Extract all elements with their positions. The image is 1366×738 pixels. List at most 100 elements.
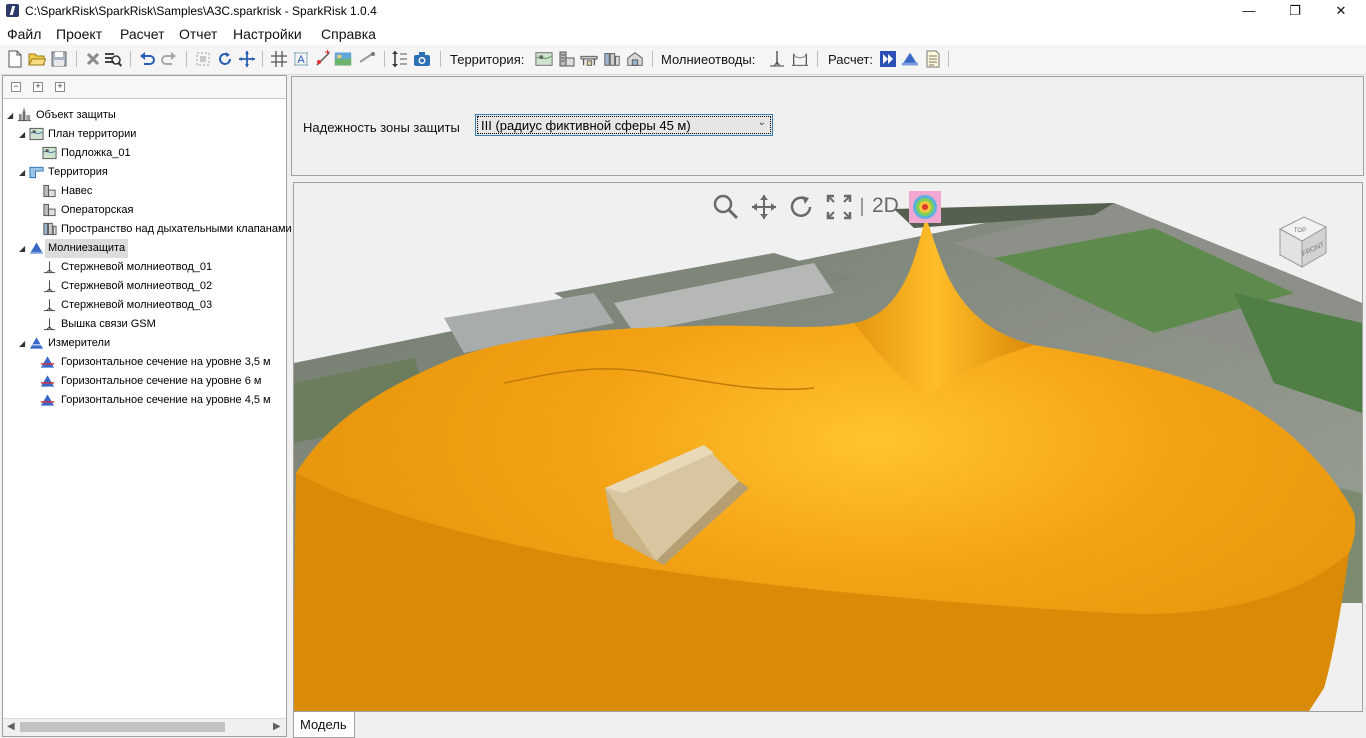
tree-toolbar: − + + — [3, 76, 286, 99]
run-calc-icon[interactable] — [879, 50, 897, 68]
tree-label: План территории — [48, 128, 137, 140]
mode-2d-button[interactable]: 2D — [872, 194, 899, 218]
redo-icon[interactable] — [160, 50, 178, 68]
toolbar: A Территория: Молниеотводы: Расчет: — [0, 45, 1366, 75]
fit-view-icon[interactable] — [825, 193, 853, 221]
toolbar-separator — [384, 51, 385, 67]
tree-label: Вышка связи GSM — [61, 318, 156, 330]
tank-icon[interactable] — [603, 50, 621, 68]
territory-label: Территория: — [450, 52, 525, 67]
svg-text:A: A — [297, 54, 305, 66]
rod-icon — [43, 318, 56, 331]
zone-icon[interactable] — [901, 50, 919, 68]
tab-model-label: Модель — [300, 717, 347, 732]
move-icon[interactable] — [238, 50, 256, 68]
undo-icon[interactable] — [138, 50, 156, 68]
rod-icon — [43, 261, 56, 274]
menu-file[interactable]: Файл — [7, 26, 41, 42]
protection-zone-icon — [29, 242, 44, 254]
close-button[interactable]: ✕ — [1318, 0, 1364, 23]
object-icon — [17, 108, 32, 122]
scene-3d[interactable] — [294, 183, 1362, 711]
reliability-value: III (радиус фиктивной сферы 45 м) — [481, 118, 691, 133]
tree-label: Горизонтальное сечение на уровне 6 м — [61, 375, 262, 387]
tree-label: Стержневой молниеотвод_01 — [61, 261, 213, 273]
select-area-icon[interactable] — [194, 50, 212, 68]
chevron-down-icon: ⌄ — [757, 117, 766, 128]
navigation-cube[interactable]: TOP FRONT W — [1262, 211, 1342, 281]
menu-calculation[interactable]: Расчет — [120, 26, 165, 42]
meter-icon — [29, 337, 44, 349]
zoom-icon[interactable] — [712, 193, 740, 221]
toolbar-separator — [262, 51, 263, 67]
title-bar: C:\SparkRisk\SparkRisk\Samples\АЗС.spark… — [0, 0, 1366, 23]
scrollbar-thumb[interactable] — [20, 722, 225, 732]
save-icon[interactable] — [50, 50, 68, 68]
camera-icon[interactable] — [413, 50, 431, 68]
collapse-arrow-icon[interactable]: ◢ — [19, 334, 25, 353]
viewport-3d[interactable]: 2D TOP FRONT W — [293, 182, 1363, 712]
rods-label: Молниеотводы: — [661, 52, 756, 67]
menu-help[interactable]: Справка — [321, 26, 376, 42]
section-icon — [40, 356, 55, 368]
pan-icon[interactable] — [750, 193, 778, 221]
catenary-icon[interactable] — [791, 50, 809, 68]
territory-map-icon[interactable] — [535, 50, 553, 68]
delete-icon[interactable] — [84, 50, 102, 68]
menu-project[interactable]: Проект — [56, 26, 102, 42]
tree-label: Стержневой молниеотвод_03 — [61, 299, 213, 311]
rod-icon[interactable] — [768, 50, 786, 68]
menu-bar: Файл Проект Расчет Отчет Настройки Справ… — [0, 23, 1366, 45]
grid-icon[interactable] — [270, 50, 288, 68]
new-file-icon[interactable] — [6, 50, 24, 68]
collapse-all-button[interactable]: − — [11, 82, 21, 92]
text-grid-icon[interactable]: A — [292, 50, 310, 68]
tree-label: Территория — [48, 166, 108, 178]
rotate-icon[interactable] — [216, 50, 234, 68]
collapse-arrow-icon[interactable]: ◢ — [19, 239, 25, 258]
rod-icon — [43, 299, 56, 312]
tab-model[interactable]: Модель — [293, 712, 355, 738]
map-icon — [29, 127, 44, 141]
height-icon[interactable] — [391, 50, 409, 68]
map-layer-icon[interactable] — [334, 50, 352, 68]
expand-button[interactable]: + — [33, 82, 43, 92]
tree-label: Молниезащита — [45, 239, 129, 258]
reliability-label: Надежность зоны защиты — [303, 120, 460, 135]
restore-button[interactable]: ❐ — [1272, 0, 1318, 23]
collapse-arrow-icon[interactable]: ◢ — [7, 106, 13, 125]
draw-point-icon[interactable] — [314, 50, 332, 68]
toolbar-separator — [652, 51, 653, 67]
canopy-icon[interactable] — [580, 50, 598, 68]
expand-all-button[interactable]: + — [55, 82, 65, 92]
viewport-tool-separator — [861, 198, 863, 216]
menu-report[interactable]: Отчет — [179, 26, 217, 42]
toolbar-separator — [76, 51, 77, 67]
tree-label: Навес — [61, 185, 93, 197]
tank-icon — [43, 222, 57, 236]
horizontal-scrollbar[interactable]: ◀ ▶ — [3, 718, 286, 736]
scroll-left-icon[interactable]: ◀ — [7, 721, 15, 732]
target-button[interactable] — [909, 191, 941, 223]
open-folder-icon[interactable] — [28, 50, 46, 68]
station-icon[interactable] — [626, 50, 644, 68]
collapse-arrow-icon[interactable]: ◢ — [19, 125, 25, 144]
section-icon — [40, 375, 55, 387]
orbit-icon[interactable] — [788, 193, 816, 221]
tree-label: Объект защиты — [36, 109, 116, 121]
territory-icon — [29, 166, 44, 179]
window-title: C:\SparkRisk\SparkRisk\Samples\АЗС.spark… — [25, 4, 377, 18]
building-icon — [43, 203, 56, 217]
reliability-select[interactable]: III (радиус фиктивной сферы 45 м) ⌄ — [475, 114, 773, 136]
scroll-right-icon[interactable]: ▶ — [273, 721, 281, 732]
find-icon[interactable] — [104, 50, 122, 68]
menu-settings[interactable]: Настройки — [233, 26, 302, 42]
toolbar-separator — [130, 51, 131, 67]
collapse-arrow-icon[interactable]: ◢ — [19, 163, 25, 182]
building-icon[interactable] — [558, 50, 576, 68]
measure-icon[interactable] — [358, 50, 376, 68]
tree-label: Горизонтальное сечение на уровне 4,5 м — [61, 394, 271, 406]
minimize-button[interactable]: — — [1226, 0, 1272, 23]
report-icon[interactable] — [924, 50, 942, 68]
toolbar-separator — [186, 51, 187, 67]
